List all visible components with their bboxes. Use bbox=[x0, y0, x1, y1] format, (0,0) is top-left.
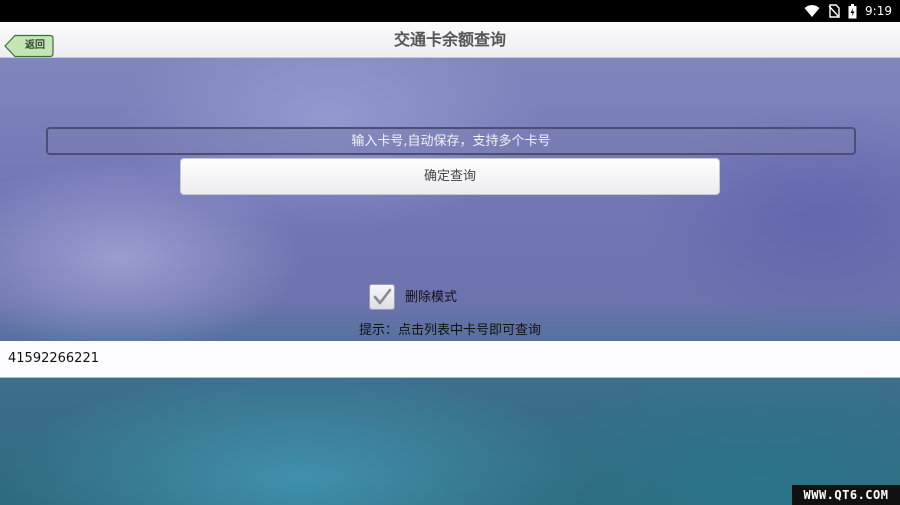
battery-icon bbox=[848, 3, 857, 19]
back-button[interactable]: 返回 bbox=[4, 34, 54, 58]
status-time: 9:19 bbox=[865, 4, 892, 18]
card-number-input[interactable] bbox=[46, 127, 856, 155]
hint-text: 提示：点击列表中卡号即可查询 bbox=[358, 323, 541, 338]
status-icons: 9:19 bbox=[804, 3, 892, 19]
back-button-label: 返回 bbox=[25, 40, 45, 51]
title-bar: 交通卡余额查询 bbox=[0, 22, 900, 58]
delete-mode-label: 删除模式 bbox=[405, 290, 458, 305]
delete-mode-checkbox[interactable] bbox=[369, 284, 395, 310]
list-item[interactable]: 41592266221 bbox=[0, 341, 900, 378]
main-content: 确定查询 删除模式 提示：点击列表中卡号即可查询 41592266221 bbox=[0, 58, 900, 505]
status-bar: 9:19 bbox=[0, 0, 900, 22]
page-title: 交通卡余额查询 bbox=[393, 30, 506, 49]
checkmark-icon bbox=[373, 288, 392, 305]
watermark: WWW.QT6.COM bbox=[792, 485, 900, 505]
wifi-icon bbox=[804, 4, 820, 18]
card-list: 41592266221 bbox=[0, 341, 900, 378]
confirm-query-button[interactable]: 确定查询 bbox=[180, 158, 720, 195]
no-sim-icon bbox=[828, 4, 840, 18]
